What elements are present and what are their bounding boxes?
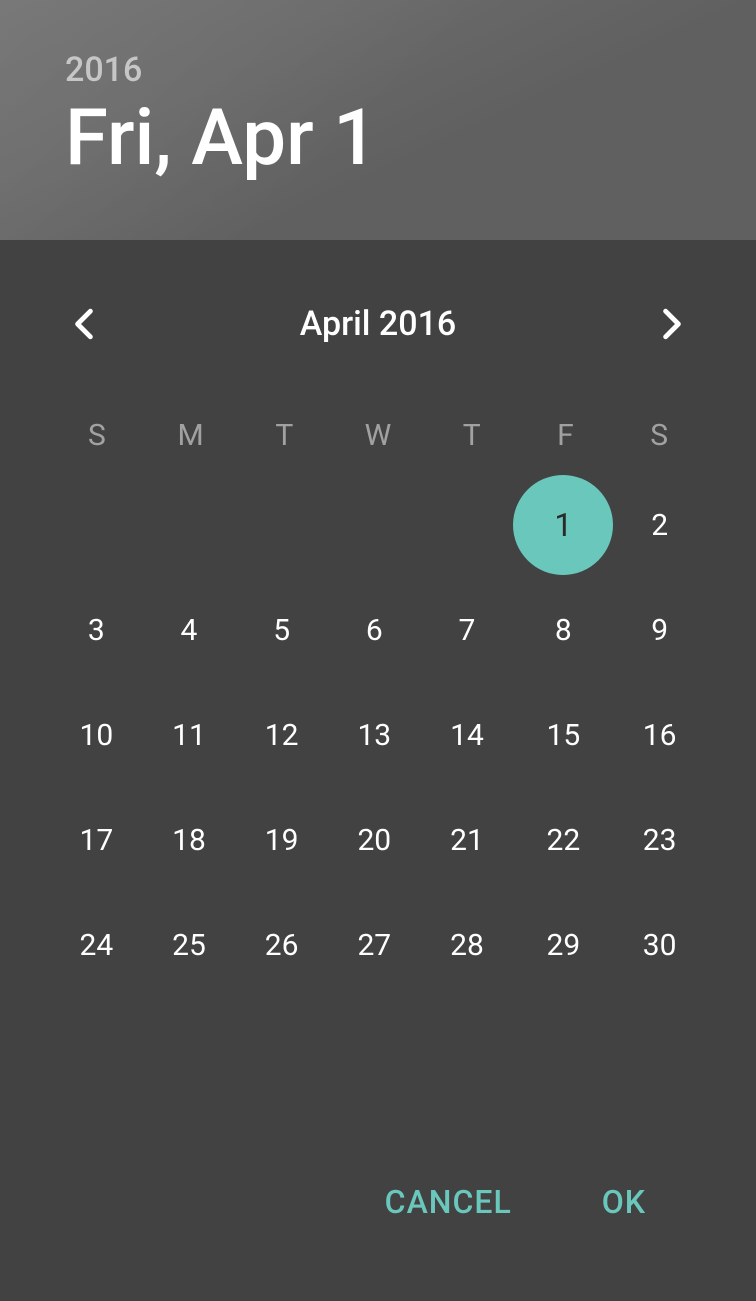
day-cell[interactable]: 17: [50, 810, 143, 870]
day-number: 8: [533, 600, 593, 660]
day-number: 7: [437, 600, 497, 660]
day-number: 25: [159, 915, 219, 975]
day-cell[interactable]: 24: [50, 915, 143, 975]
day-cell[interactable]: 30: [613, 915, 706, 975]
day-cell[interactable]: 29: [513, 915, 613, 975]
dialog-actions: CANCEL OK: [50, 1143, 706, 1271]
ok-button[interactable]: OK: [582, 1173, 666, 1231]
day-number: 1: [513, 475, 613, 575]
month-navigation: April 2016: [50, 280, 706, 388]
day-cell[interactable]: 19: [235, 810, 328, 870]
day-number: 13: [344, 705, 404, 765]
day-cell[interactable]: 6: [328, 600, 421, 660]
year-selector[interactable]: 2016: [65, 50, 691, 90]
day-cell[interactable]: 5: [235, 600, 328, 660]
day-number: 21: [437, 810, 497, 870]
day-number: 14: [437, 705, 497, 765]
date-picker-header: 2016 Fri, Apr 1: [0, 0, 756, 240]
day-cell[interactable]: 8: [513, 600, 613, 660]
day-number: 15: [533, 705, 593, 765]
day-number: 17: [66, 810, 126, 870]
day-cell[interactable]: 26: [235, 915, 328, 975]
day-cell[interactable]: 11: [143, 705, 236, 765]
day-number: 26: [252, 915, 312, 975]
day-cell[interactable]: 23: [613, 810, 706, 870]
day-cell[interactable]: 12: [235, 705, 328, 765]
day-number: 12: [252, 705, 312, 765]
day-cell[interactable]: 2: [613, 495, 706, 555]
day-number: 2: [630, 495, 690, 555]
day-number: 19: [252, 810, 312, 870]
day-number: 27: [344, 915, 404, 975]
weekday-header: S: [50, 418, 144, 453]
day-number: 4: [159, 600, 219, 660]
cancel-button[interactable]: CANCEL: [365, 1173, 532, 1231]
day-cell[interactable]: 16: [613, 705, 706, 765]
day-cell[interactable]: 4: [143, 600, 236, 660]
calendar-body: April 2016 SMTWTFS 123456789101112131415…: [0, 240, 756, 1301]
next-month-button[interactable]: [648, 300, 696, 348]
day-cell[interactable]: 3: [50, 600, 143, 660]
day-cell[interactable]: 14: [421, 705, 514, 765]
day-cell[interactable]: 20: [328, 810, 421, 870]
day-cell[interactable]: 22: [513, 810, 613, 870]
day-cell[interactable]: 21: [421, 810, 514, 870]
day-number: 10: [66, 705, 126, 765]
day-number: 20: [344, 810, 404, 870]
weekday-header: S: [612, 418, 706, 453]
day-number: 28: [437, 915, 497, 975]
day-cell[interactable]: 25: [143, 915, 236, 975]
day-number: 9: [630, 600, 690, 660]
day-cell[interactable]: 7: [421, 600, 514, 660]
day-cell[interactable]: 9: [613, 600, 706, 660]
day-number: 16: [630, 705, 690, 765]
day-number: 23: [630, 810, 690, 870]
prev-month-button[interactable]: [60, 300, 108, 348]
day-number: 30: [630, 915, 690, 975]
day-number: 24: [66, 915, 126, 975]
weekday-header: T: [237, 418, 331, 453]
day-number: 6: [344, 600, 404, 660]
day-cell[interactable]: 18: [143, 810, 236, 870]
weekday-header: M: [144, 418, 238, 453]
day-cell[interactable]: 10: [50, 705, 143, 765]
day-cell[interactable]: 28: [421, 915, 514, 975]
day-cell[interactable]: 27: [328, 915, 421, 975]
day-cell[interactable]: 13: [328, 705, 421, 765]
weekday-header: T: [425, 418, 519, 453]
day-cell[interactable]: 1: [513, 475, 613, 575]
day-number: 5: [252, 600, 312, 660]
day-number: 29: [533, 915, 593, 975]
weekday-header: W: [331, 418, 425, 453]
month-year-label: April 2016: [300, 304, 456, 344]
selected-date-label[interactable]: Fri, Apr 1: [65, 98, 691, 180]
day-number: 18: [159, 810, 219, 870]
chevron-left-icon: [74, 308, 94, 340]
chevron-right-icon: [662, 308, 682, 340]
weekday-headers: SMTWTFS: [50, 418, 706, 453]
day-number: 11: [159, 705, 219, 765]
calendar-grid: 1234567891011121314151617181920212223242…: [50, 473, 706, 998]
day-number: 22: [533, 810, 593, 870]
day-number: 3: [66, 600, 126, 660]
day-cell[interactable]: 15: [513, 705, 613, 765]
date-picker-dialog: 2016 Fri, Apr 1 April 2016 SMTWTFS 12345…: [0, 0, 756, 1301]
weekday-header: F: [519, 418, 613, 453]
